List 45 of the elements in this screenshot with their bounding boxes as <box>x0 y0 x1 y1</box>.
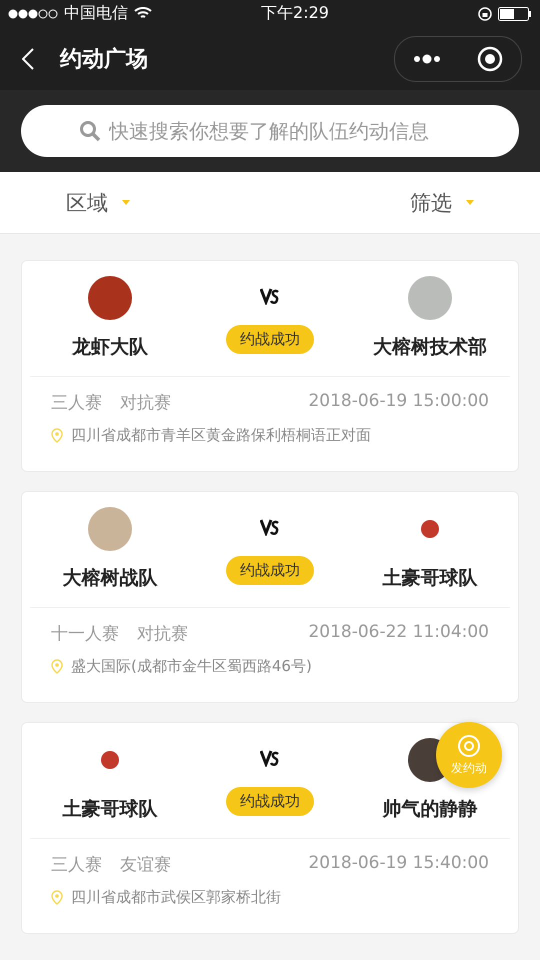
wifi-icon <box>134 7 152 20</box>
capsule-menu[interactable] <box>394 36 522 82</box>
location-pin-icon <box>51 659 63 674</box>
team-name: 帅气的静静 <box>382 797 478 822</box>
search-icon <box>79 120 101 142</box>
team-name: 大榕树战队 <box>62 566 158 591</box>
location-pin-icon <box>51 890 63 905</box>
filter-dropdown[interactable]: 筛选 <box>410 188 474 217</box>
match-type: 对抗赛 <box>120 392 171 414</box>
team-name: 土豪哥球队 <box>382 566 478 591</box>
carrier-name: 中国电信 <box>64 3 128 24</box>
match-type: 对抗赛 <box>137 623 188 645</box>
more-icon[interactable] <box>413 54 441 64</box>
status-badge: 约战成功 <box>226 325 314 354</box>
status-badge: 约战成功 <box>226 787 314 816</box>
filter-dropdown[interactable]: 区域 <box>66 188 130 217</box>
match-address: 四川省成都市青羊区黄金路保利梧桐语正对面 <box>71 426 371 445</box>
back-icon[interactable] <box>22 48 34 70</box>
versus-icon <box>260 518 280 536</box>
location-pin-icon <box>51 428 63 443</box>
team-name: 大榕树技术部 <box>373 335 487 360</box>
match-card[interactable]: 大榕树战队 约战成功 土豪哥球队 十一人赛 对抗赛 2018-06-22 11:04:00 盛大国际(成都市金牛区蜀西路46号) <box>21 491 519 703</box>
caret-icon <box>466 200 474 206</box>
team-name: 龙虾大队 <box>72 335 148 360</box>
match-time: 2018-06-19 15:40:00 <box>308 853 489 875</box>
caret-icon <box>122 200 130 206</box>
status-badge: 约战成功 <box>226 556 314 585</box>
match-format: 三人赛 <box>51 854 102 876</box>
match-address: 四川省成都市武侯区郭家桥北街 <box>71 888 281 907</box>
match-time: 2018-06-19 15:00:00 <box>308 391 489 413</box>
signal-icon <box>8 8 58 19</box>
match-format: 三人赛 <box>51 392 102 414</box>
versus-icon <box>260 287 280 305</box>
match-time: 2018-06-22 11:04:00 <box>308 622 489 644</box>
battery-icon <box>498 6 532 21</box>
match-type: 友谊赛 <box>120 854 171 876</box>
match-address: 盛大国际(成都市金牛区蜀西路46号) <box>71 657 312 676</box>
page-title: 约动广场 <box>60 46 149 74</box>
team-name: 土豪哥球队 <box>62 797 158 822</box>
clock-time: 下午2:29 <box>261 3 329 24</box>
match-card[interactable]: 龙虾大队 约战成功 大榕树技术部 三人赛 对抗赛 2018-06-19 15:00:00 四川省成都市青羊区黄金路保利梧桐语正对面 <box>21 260 519 472</box>
versus-icon <box>260 749 280 767</box>
rotation-lock-icon <box>478 6 492 21</box>
close-icon[interactable] <box>477 46 503 72</box>
match-format: 十一人赛 <box>51 623 119 645</box>
